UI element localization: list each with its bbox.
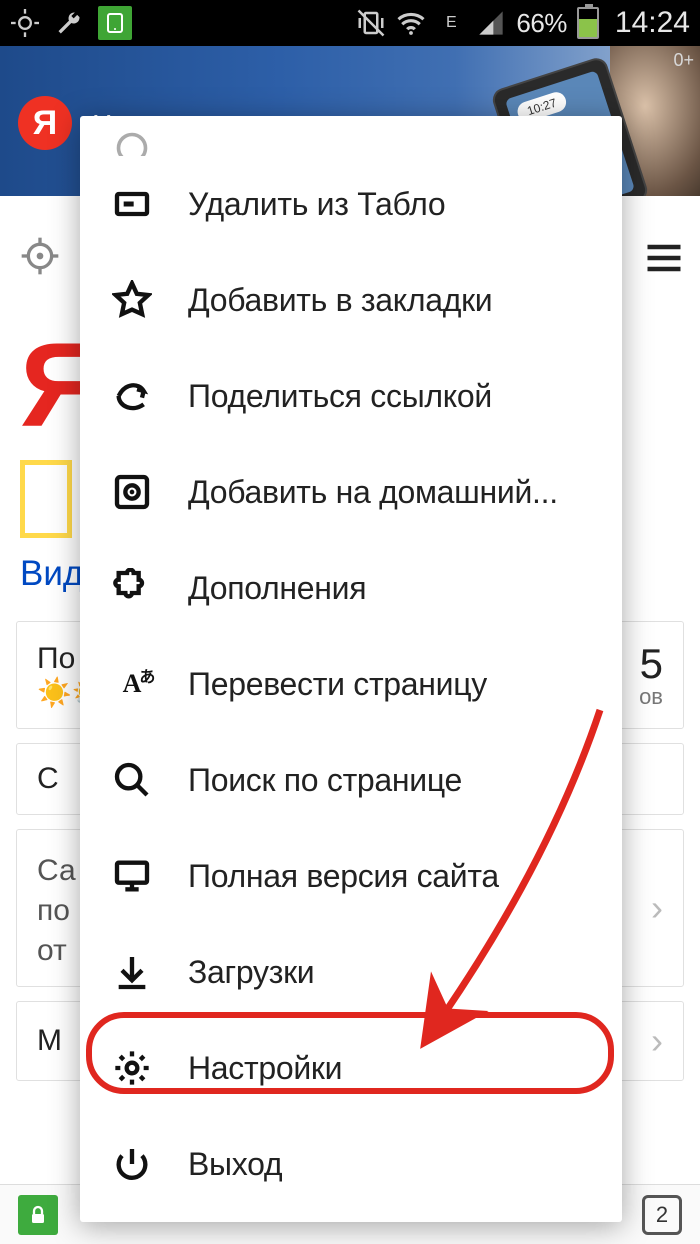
menu-item-add-bookmark[interactable]: Добавить в закладки <box>80 252 622 348</box>
video-link[interactable]: Вид <box>20 554 83 594</box>
search-icon <box>110 758 154 802</box>
lock-icon[interactable] <box>18 1195 58 1235</box>
monitor-icon <box>110 854 154 898</box>
incognito-icon <box>110 126 154 156</box>
yandex-logo-letter: Я <box>33 104 57 143</box>
puzzle-icon <box>110 566 154 610</box>
menu-item-label: Настройки <box>188 1050 342 1087</box>
clock: 14:24 <box>615 6 690 40</box>
star-icon <box>110 278 154 322</box>
tablo-icon <box>110 182 154 226</box>
battery-percent: 66% <box>516 8 567 39</box>
news-line1: Са <box>37 854 76 888</box>
menu-item-settings[interactable]: Настройки <box>80 1020 622 1116</box>
power-icon <box>110 1142 154 1186</box>
menu-item-label: Добавить в закладки <box>188 282 492 319</box>
translate-icon: Aあ <box>110 662 154 706</box>
menu-item-label: Поделиться ссылкой <box>188 378 492 415</box>
menu-item-label: Удалить из Табло <box>188 186 445 223</box>
vibrate-icon <box>356 8 386 38</box>
browser-menu-popup: Новая вкладка инкогни... Удалить из Табл… <box>80 116 622 1222</box>
weather-sub: ов <box>639 684 663 710</box>
menu-item-label: Выход <box>188 1146 282 1183</box>
news-line2: по <box>37 894 76 928</box>
yandex-logo-icon: Я <box>18 96 72 150</box>
menu-item-exit[interactable]: Выход <box>80 1116 622 1212</box>
gear-icon <box>110 1046 154 1090</box>
network-type: E <box>436 8 466 38</box>
news-line3: от <box>37 934 76 968</box>
gps-icon <box>10 8 40 38</box>
list-title: М <box>37 1024 62 1058</box>
chevron-right-icon: › <box>651 1020 663 1062</box>
hamburger-icon[interactable] <box>642 236 686 285</box>
age-rating: 0+ <box>673 50 694 71</box>
status-left <box>10 6 132 40</box>
screen-root: E 66% 14:24 10:27 Я Что происходит на до… <box>0 0 700 1244</box>
menu-item-incognito[interactable]: Новая вкладка инкогни... <box>80 126 622 156</box>
menu-item-label: Полная версия сайта <box>188 858 499 895</box>
menu-item-share-link[interactable]: Поделиться ссылкой <box>80 348 622 444</box>
menu-item-downloads[interactable]: Загрузки <box>80 924 622 1020</box>
download-icon <box>110 950 154 994</box>
menu-item-label: Дополнения <box>188 570 366 607</box>
menu-item-translate[interactable]: Aあ Перевести страницу <box>80 636 622 732</box>
location-icon[interactable] <box>20 236 60 281</box>
battery-icon <box>577 7 599 39</box>
tabs-button[interactable]: 2 <box>642 1195 682 1235</box>
wrench-icon <box>54 8 84 38</box>
menu-item-desktop[interactable]: Полная версия сайта <box>80 828 622 924</box>
menu-item-label: Перевести страницу <box>188 666 487 703</box>
menu-item-label: Добавить на домашний... <box>188 474 558 511</box>
wifi-icon <box>396 8 426 38</box>
menu-item-remove-tablo[interactable]: Удалить из Табло <box>80 156 622 252</box>
menu-item-add-home[interactable]: Добавить на домашний... <box>80 444 622 540</box>
share-icon <box>110 374 154 418</box>
chevron-right-icon: › <box>651 887 663 929</box>
signal-icon <box>476 8 506 38</box>
status-right: E 66% 14:24 <box>356 6 690 40</box>
menu-item-label: Поиск по странице <box>188 762 462 799</box>
target-icon <box>110 470 154 514</box>
status-bar: E 66% 14:24 <box>0 0 700 46</box>
weather-value: 5 <box>639 640 663 688</box>
menu-item-label: Загрузки <box>188 954 314 991</box>
menu-item-find[interactable]: Поиск по странице <box>80 732 622 828</box>
search-box-fragment[interactable] <box>20 460 72 538</box>
app-icon <box>98 6 132 40</box>
menu-item-extensions[interactable]: Дополнения <box>80 540 622 636</box>
